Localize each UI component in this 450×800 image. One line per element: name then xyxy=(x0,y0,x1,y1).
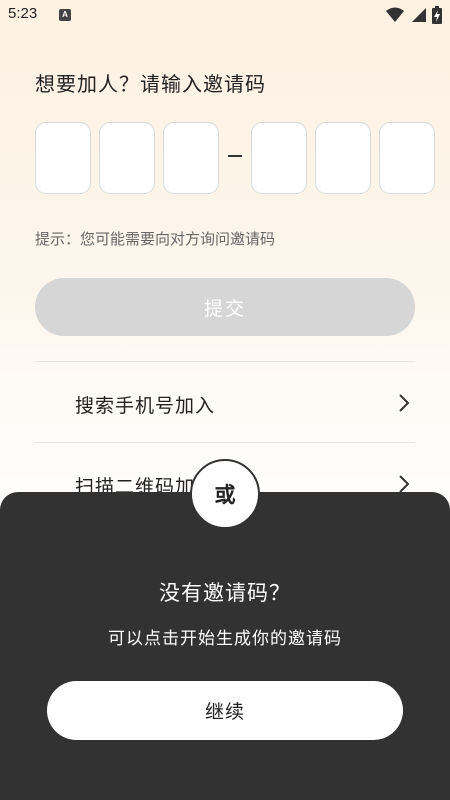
status-bar: 5:23 A xyxy=(0,0,450,30)
code-box-1[interactable] xyxy=(35,122,91,194)
battery-charging-icon xyxy=(432,6,442,24)
or-label: 或 xyxy=(214,483,236,507)
app-notification-icon: A xyxy=(59,9,71,21)
option-search-phone[interactable]: 搜索手机号加入 xyxy=(35,363,415,443)
chevron-right-icon xyxy=(399,394,410,412)
continue-button-label: 继续 xyxy=(204,701,245,723)
option-label: 搜索手机号加入 xyxy=(75,395,216,417)
invite-code-input xyxy=(35,122,435,194)
sheet-title: 没有邀请码？ xyxy=(159,581,291,605)
status-icons xyxy=(386,6,442,24)
chevron-right-icon xyxy=(399,475,410,493)
submit-button-label: 提交 xyxy=(203,297,246,320)
continue-button[interactable]: 继续 xyxy=(47,681,403,740)
divider xyxy=(35,442,415,443)
status-time: 5:23 xyxy=(8,5,38,22)
wifi-icon xyxy=(386,7,404,22)
code-separator xyxy=(228,155,242,157)
code-box-6[interactable] xyxy=(379,122,435,194)
code-box-4[interactable] xyxy=(251,122,307,194)
signal-icon xyxy=(412,8,426,22)
hint-text: 提示：您可能需要向对方询问邀请码 xyxy=(35,230,276,248)
divider xyxy=(35,361,415,362)
code-box-5[interactable] xyxy=(315,122,371,194)
code-box-3[interactable] xyxy=(163,122,219,194)
submit-button[interactable]: 提交 xyxy=(35,278,415,336)
code-box-2[interactable] xyxy=(99,122,155,194)
page-title: 想要加人？请输入邀请码 xyxy=(35,72,266,96)
or-separator: 或 xyxy=(190,459,260,529)
sheet-description: 可以点击开始生成你的邀请码 xyxy=(108,629,342,649)
